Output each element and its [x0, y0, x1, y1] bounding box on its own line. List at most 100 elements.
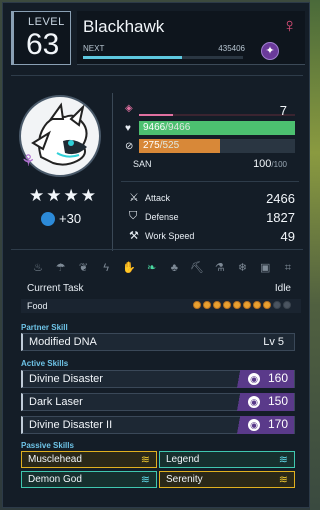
skill-name: Dark Laser: [29, 396, 83, 408]
dark-element-icon: ✦: [261, 42, 279, 60]
food-icon: [243, 301, 251, 309]
food-icon: [203, 301, 211, 309]
passive-skills-label: Passive Skills: [21, 441, 74, 450]
transporting-icon[interactable]: ▣: [258, 261, 272, 275]
san-label: SAN: [133, 159, 152, 169]
female-icon: ♀: [282, 15, 297, 37]
active-skill-3[interactable]: Divine Disaster II ◉ 170: [21, 416, 295, 434]
column-divider: [112, 93, 113, 251]
passive-skill-2[interactable]: Legend ≋: [159, 451, 295, 468]
divider: [11, 249, 303, 250]
food-icon: [283, 301, 291, 309]
food-icon: [253, 301, 261, 309]
level-value: 63: [26, 28, 60, 61]
attack-icon: ⚔: [129, 192, 139, 204]
rank-stars: ★★★★: [29, 186, 98, 205]
rank-chevron-icon: ≋: [140, 454, 150, 466]
current-task-value: Idle: [274, 283, 291, 294]
current-task-row: Current Task Idle: [21, 283, 301, 297]
hunger-icon: ⊘: [125, 141, 134, 152]
pal-name[interactable]: Blackhawk: [83, 17, 164, 37]
dark-element-icon: ◉: [248, 373, 260, 385]
trust-bar: [139, 114, 295, 116]
level-label: LEVEL: [28, 16, 65, 28]
watering-icon[interactable]: ☂: [54, 261, 68, 275]
hunger-text: 275/525: [143, 140, 180, 151]
hammer-icon: ⚒: [129, 230, 139, 242]
passive-name: Legend: [166, 454, 200, 465]
health-icon: ♥: [125, 123, 131, 134]
lumbering-icon[interactable]: ♣: [167, 261, 181, 275]
partner-skill-name: Modified DNA: [29, 336, 97, 348]
passive-name: Demon God: [28, 474, 82, 485]
shield-icon: ⛉: [129, 210, 138, 222]
passive-skill-3[interactable]: Demon God ≋: [21, 471, 157, 488]
partner-skill-label: Partner Skill: [21, 323, 68, 332]
cooling-icon[interactable]: ❄: [235, 261, 249, 275]
trust-level: 7: [279, 103, 287, 118]
defense-value: 1827: [266, 210, 295, 225]
active-skills-label: Active Skills: [21, 359, 69, 368]
kindling-icon[interactable]: ♨: [31, 261, 45, 275]
food-icon: [193, 301, 201, 309]
hp-text: 9466/9466: [143, 122, 191, 133]
passive-skill-1[interactable]: Musclehead ≋: [21, 451, 157, 468]
skill-name: Divine Disaster: [29, 373, 103, 385]
hp-bar: 9466/9466: [139, 121, 295, 135]
gathering-icon[interactable]: ❧: [145, 261, 159, 275]
next-exp-label: NEXT: [83, 44, 105, 53]
exp-bar-fill: [83, 56, 183, 59]
food-row: Food: [21, 299, 301, 313]
divider: [121, 181, 299, 182]
electricity-icon[interactable]: ϟ: [99, 261, 113, 275]
condense-bonus: +30: [59, 211, 82, 226]
current-task-label: Current Task: [27, 283, 84, 294]
active-skill-2[interactable]: Dark Laser ◉ 150: [21, 393, 295, 411]
attack-row: ⚔ Attack 2466: [129, 190, 297, 206]
food-icon: [213, 301, 221, 309]
name-box: Blackhawk ♀ NEXT 435406 ✦: [77, 11, 305, 65]
defense-label: Defense: [145, 212, 179, 222]
san-value: 100/100: [253, 158, 287, 170]
work-speed-label: Work Speed: [145, 231, 195, 241]
hunger-bar: 275/525: [139, 139, 295, 153]
food-label: Food: [27, 301, 48, 311]
background-scene: [310, 0, 320, 510]
partner-skill-level: Lv 5: [263, 336, 284, 348]
handiwork-icon[interactable]: ✋: [122, 261, 136, 275]
condense-icon: [41, 212, 55, 226]
skill-power: 160: [267, 371, 288, 385]
next-exp-value: 435406: [218, 44, 245, 53]
food-icon: [233, 301, 241, 309]
skill-power: 150: [267, 394, 288, 408]
trust-icon: ◈: [125, 103, 133, 114]
farming-icon[interactable]: ⌗: [281, 261, 295, 275]
skill-power-tag: ◉ 160: [230, 370, 294, 388]
food-icon: [223, 301, 231, 309]
rank-chevron-icon: ≋: [278, 454, 288, 466]
active-skill-1[interactable]: Divine Disaster ◉ 160: [21, 370, 295, 388]
defense-row: ⛉ Defense 1827: [129, 209, 297, 225]
level-box: LEVEL 63: [11, 11, 71, 65]
planting-icon[interactable]: ❦: [76, 261, 90, 275]
skill-power-tag: ◉ 170: [230, 416, 294, 434]
passive-skill-4[interactable]: Serenity ≋: [159, 471, 295, 488]
food-icon: [273, 301, 281, 309]
food-icon: [263, 301, 271, 309]
dark-element-icon: ◉: [248, 396, 260, 408]
medicine-icon[interactable]: ⚗: [213, 261, 227, 275]
dark-element-icon: ◉: [248, 419, 260, 431]
mining-icon[interactable]: ⛏: [190, 261, 204, 275]
attack-value: 2466: [266, 191, 295, 206]
partner-heart-icon: ⚘: [21, 153, 36, 170]
passive-name: Serenity: [166, 474, 203, 485]
divider: [11, 75, 303, 76]
skill-power: 170: [267, 417, 288, 431]
pal-summary-panel: LEVEL 63 Blackhawk ♀ NEXT 435406 ✦ ⚘ ★★★…: [2, 2, 310, 508]
work-suitability-row: ♨ ☂ ❦ ϟ ✋ ❧ ♣ ⛏ ⚗ ❄ ▣ ⌗: [31, 261, 295, 277]
work-speed-row: ⚒ Work Speed 49: [129, 228, 297, 244]
skill-power-tag: ◉ 150: [230, 393, 294, 411]
rank-chevron-icon: ≋: [140, 474, 150, 486]
attack-label: Attack: [145, 193, 171, 203]
partner-skill[interactable]: Modified DNA Lv 5: [21, 333, 295, 351]
